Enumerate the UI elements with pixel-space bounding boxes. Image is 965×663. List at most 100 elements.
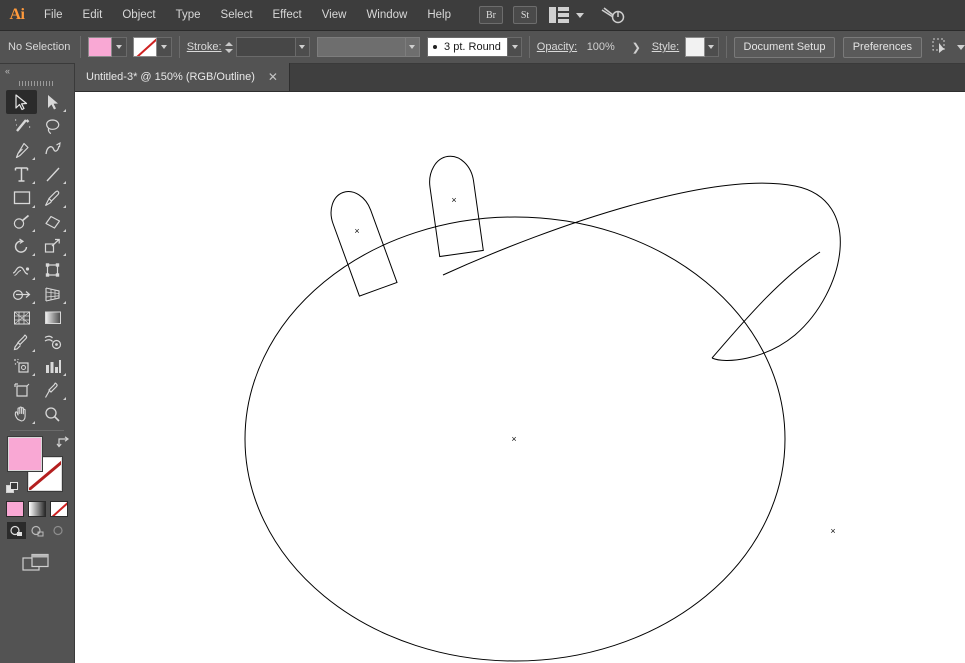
artboard-tool[interactable] — [6, 378, 37, 402]
magic-wand-tool[interactable] — [6, 114, 37, 138]
menu-help[interactable]: Help — [417, 0, 461, 31]
tool-corner-icon — [32, 181, 35, 184]
mesh-tool[interactable] — [6, 306, 37, 330]
fill-swatch[interactable] — [88, 37, 112, 57]
tool-corner-icon — [32, 277, 35, 280]
double-chevron-left-icon[interactable]: « — [5, 66, 9, 76]
align-object-icon[interactable] — [932, 38, 952, 56]
swap-fill-stroke-icon[interactable] — [56, 435, 70, 449]
lasso-tool[interactable] — [37, 114, 68, 138]
tool-corner-icon — [32, 373, 35, 376]
control-bar: No Selection Stroke: 3 pt. Round Opacity… — [0, 31, 965, 64]
stock-button[interactable]: St — [513, 6, 537, 24]
gradient-mode-swatch[interactable] — [28, 501, 46, 517]
rotate-tool[interactable] — [6, 234, 37, 258]
draw-inside-icon[interactable] — [49, 522, 68, 539]
rectangle-tool[interactable] — [6, 186, 37, 210]
scale-tool[interactable] — [37, 234, 68, 258]
gradient-tool[interactable] — [37, 306, 68, 330]
menu-file[interactable]: File — [34, 0, 73, 31]
outline-artwork: × × × × — [75, 92, 965, 663]
document-setup-button[interactable]: Document Setup — [734, 37, 836, 58]
document-tab[interactable]: Untitled-3* @ 150% (RGB/Outline) ✕ — [75, 63, 290, 91]
selection-tool[interactable] — [6, 90, 37, 114]
eyedropper-tool[interactable] — [6, 330, 37, 354]
type-tool[interactable] — [6, 162, 37, 186]
app-logo: Ai — [0, 0, 34, 31]
preferences-button[interactable]: Preferences — [843, 37, 922, 58]
menu-edit[interactable]: Edit — [73, 0, 113, 31]
direct-selection-tool[interactable] — [37, 90, 68, 114]
style-label[interactable]: Style: — [652, 41, 680, 53]
width-tool[interactable] — [6, 258, 37, 282]
fill-color-group[interactable] — [88, 37, 127, 57]
line-segment-tool[interactable] — [37, 162, 68, 186]
slice-tool[interactable] — [37, 378, 68, 402]
symbol-sprayer-tool[interactable] — [6, 354, 37, 378]
none-mode-swatch[interactable] — [50, 501, 68, 517]
fill-stroke-controls — [6, 435, 68, 497]
curvature-tool[interactable] — [37, 138, 68, 162]
stroke-chevron-down-icon[interactable] — [157, 37, 172, 57]
draw-mode-buttons — [0, 522, 74, 539]
arrange-chevron-down-icon[interactable] — [576, 13, 584, 18]
stroke-label[interactable]: Stroke: — [187, 41, 222, 53]
brush-preset-label: 3 pt. Round — [444, 41, 501, 53]
free-transform-tool[interactable] — [37, 258, 68, 282]
tools-panel: « — [0, 64, 75, 663]
fill-color-swatch[interactable] — [8, 437, 42, 471]
stroke-color-group[interactable] — [133, 37, 172, 57]
selection-status-label: No Selection — [8, 41, 73, 53]
close-icon[interactable]: ✕ — [265, 69, 281, 85]
color-mode-buttons — [0, 501, 74, 517]
color-mode-swatch[interactable] — [6, 501, 24, 517]
default-fill-stroke-icon[interactable] — [6, 482, 19, 495]
paintbrush-tool[interactable] — [37, 186, 68, 210]
control-divider-3 — [529, 36, 530, 58]
doc-arrange-chevron-down-icon[interactable] — [957, 45, 965, 50]
menu-window[interactable]: Window — [356, 0, 417, 31]
tool-corner-icon — [32, 253, 35, 256]
arrange-documents-icon[interactable] — [549, 7, 569, 23]
menu-select[interactable]: Select — [211, 0, 263, 31]
change-screen-mode-icon[interactable] — [22, 553, 52, 576]
control-divider — [80, 36, 81, 58]
opacity-input[interactable]: 100% — [582, 37, 630, 57]
shape-builder-tool[interactable] — [6, 282, 37, 306]
stroke-none-swatch[interactable] — [133, 37, 157, 57]
draw-behind-icon[interactable] — [28, 522, 47, 539]
opacity-chevron-right-icon[interactable]: ❯ — [630, 37, 643, 57]
menu-object[interactable]: Object — [112, 0, 165, 31]
menu-view[interactable]: View — [312, 0, 357, 31]
graphic-style-swatch[interactable] — [685, 37, 705, 57]
tool-corner-icon — [63, 397, 66, 400]
brush-preset-field[interactable]: 3 pt. Round — [427, 37, 508, 57]
bridge-button[interactable]: Br — [479, 6, 503, 24]
style-chevron-down-icon[interactable] — [705, 37, 719, 57]
fill-chevron-down-icon[interactable] — [112, 37, 127, 57]
blend-tool[interactable] — [37, 330, 68, 354]
shaper-tool[interactable] — [6, 210, 37, 234]
screen-mode-row — [0, 553, 74, 576]
stroke-weight-stepper-arrows-icon[interactable] — [224, 37, 234, 57]
column-graph-tool[interactable] — [37, 354, 68, 378]
draw-normal-icon[interactable] — [7, 522, 26, 539]
menu-effect[interactable]: Effect — [263, 0, 312, 31]
illustrator-window: Ai File Edit Object Type Select Effect V… — [0, 0, 965, 663]
pen-tool[interactable] — [6, 138, 37, 162]
power-plug-icon[interactable] — [600, 6, 626, 24]
right-ear-center-marker: × — [451, 195, 456, 205]
artboard-canvas[interactable]: × × × × — [75, 92, 965, 663]
panel-grip-icon[interactable] — [0, 78, 74, 88]
brush-preset-chevron-down-icon[interactable] — [508, 37, 522, 57]
stroke-weight-chevron-down-icon[interactable] — [296, 37, 310, 57]
opacity-label[interactable]: Opacity: — [537, 41, 577, 53]
stroke-weight-input[interactable] — [236, 37, 296, 57]
perspective-grid-tool[interactable] — [37, 282, 68, 306]
zoom-tool[interactable] — [37, 402, 68, 426]
eraser-tool[interactable] — [37, 210, 68, 234]
brush-definition-input — [317, 37, 406, 57]
tool-corner-icon — [63, 373, 66, 376]
hand-tool[interactable] — [6, 402, 37, 426]
menu-type[interactable]: Type — [166, 0, 211, 31]
